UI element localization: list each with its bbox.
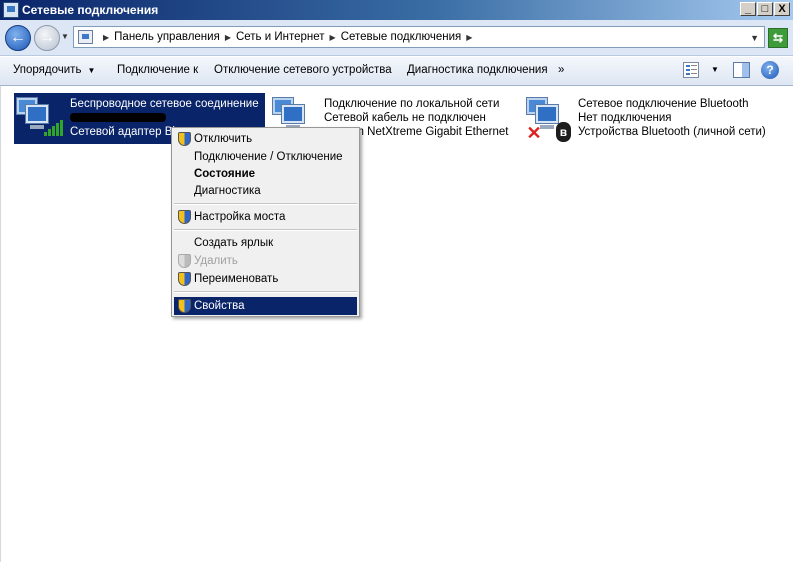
title-bar: Сетевые подключения _ □ X: [0, 0, 793, 20]
menu-item-bridge[interactable]: Настройка моста: [174, 208, 357, 226]
uac-shield-icon: [178, 272, 191, 286]
more-commands-button[interactable]: »: [558, 64, 564, 76]
connection-name: Подключение по локальной сети: [324, 98, 500, 110]
change-view-icon[interactable]: [683, 62, 699, 78]
content-edge: [0, 86, 1, 562]
uac-shield-icon: [178, 299, 191, 313]
menu-separator: [174, 229, 357, 231]
address-dropdown-icon[interactable]: ▼: [750, 33, 759, 43]
connection-status: [70, 111, 259, 125]
bluetooth-icon: ʙ: [556, 122, 571, 142]
history-dropdown-icon[interactable]: ▼: [61, 32, 69, 41]
maximize-button[interactable]: □: [757, 2, 773, 16]
disconnected-x-icon: ✕: [526, 123, 542, 143]
command-bar: Упорядочить ▼ Подключение к Отключение се…: [0, 57, 793, 86]
connection-name: Беспроводное сетевое соединение: [70, 98, 259, 110]
network-folder-icon: [3, 2, 19, 18]
menu-item-properties[interactable]: Свойства: [174, 297, 357, 315]
uac-shield-icon: [178, 254, 191, 268]
menu-item-diagnose[interactable]: Диагностика: [174, 182, 357, 200]
address-toolbar: ← → ▼ ▶ Панель управления ▶ Сеть и Интернет…: [0, 20, 793, 56]
close-button[interactable]: X: [774, 2, 790, 16]
chevron-right-icon[interactable]: ▶: [225, 33, 231, 42]
breadcrumb-network-internet[interactable]: Сеть и Интернет: [236, 31, 325, 43]
diagnose-button[interactable]: Диагностика подключения: [407, 64, 548, 76]
menu-item-status[interactable]: Состояние: [174, 165, 357, 183]
chevron-right-icon[interactable]: ▶: [466, 33, 472, 42]
help-icon[interactable]: ?: [761, 61, 779, 79]
context-menu: Отключить Подключение / Отключение Состо…: [171, 127, 360, 317]
address-bar[interactable]: ▶ Панель управления ▶ Сеть и Интернет ▶ Сетев…: [73, 26, 765, 48]
menu-item-delete: Удалить: [174, 252, 357, 270]
uac-shield-icon: [178, 132, 191, 146]
chevron-right-icon[interactable]: ▶: [330, 33, 336, 42]
redacted-network-name: [70, 113, 166, 123]
breadcrumb-control-panel[interactable]: Панель управления: [114, 31, 220, 43]
organize-button[interactable]: Упорядочить ▼: [13, 64, 95, 76]
chevron-down-icon: ▼: [87, 66, 96, 75]
breadcrumb: ▶ Панель управления ▶ Сеть и Интернет ▶ Сетев…: [98, 31, 477, 43]
menu-item-connect-disconnect[interactable]: Подключение / Отключение: [174, 148, 357, 166]
menu-separator: [174, 203, 357, 205]
control-panel-icon: [78, 30, 93, 44]
breadcrumb-network-connections[interactable]: Сетевые подключения: [341, 31, 462, 43]
minimize-button[interactable]: _: [740, 2, 756, 16]
view-dropdown-icon[interactable]: ▼: [711, 65, 719, 74]
forward-button[interactable]: →: [34, 25, 60, 51]
connection-name: Сетевое подключение Bluetooth: [578, 98, 749, 110]
signal-strength-icon: [44, 120, 64, 136]
window-title: Сетевые подключения: [22, 3, 159, 17]
menu-item-disable[interactable]: Отключить: [174, 130, 357, 148]
connection-bluetooth[interactable]: ✕ ʙ Сетевое подключение Bluetooth Нет по…: [524, 93, 784, 144]
preview-pane-icon[interactable]: [733, 62, 750, 78]
connect-to-button[interactable]: Подключение к: [117, 64, 198, 76]
menu-item-create-shortcut[interactable]: Создать ярлык: [174, 234, 357, 252]
back-button[interactable]: ←: [5, 25, 31, 51]
connection-device: Устройства Bluetooth (личной сети): [578, 126, 766, 138]
uac-shield-icon: [178, 210, 191, 224]
menu-item-rename[interactable]: Переименовать: [174, 270, 357, 288]
connection-status: Нет подключения: [578, 112, 672, 124]
chevron-right-icon[interactable]: ▶: [103, 33, 109, 42]
menu-separator: [174, 291, 357, 293]
connection-status: Сетевой кабель не подключен: [324, 112, 486, 124]
disable-device-button[interactable]: Отключение сетевого устройства: [214, 64, 392, 76]
refresh-button[interactable]: ⇆: [768, 28, 788, 48]
